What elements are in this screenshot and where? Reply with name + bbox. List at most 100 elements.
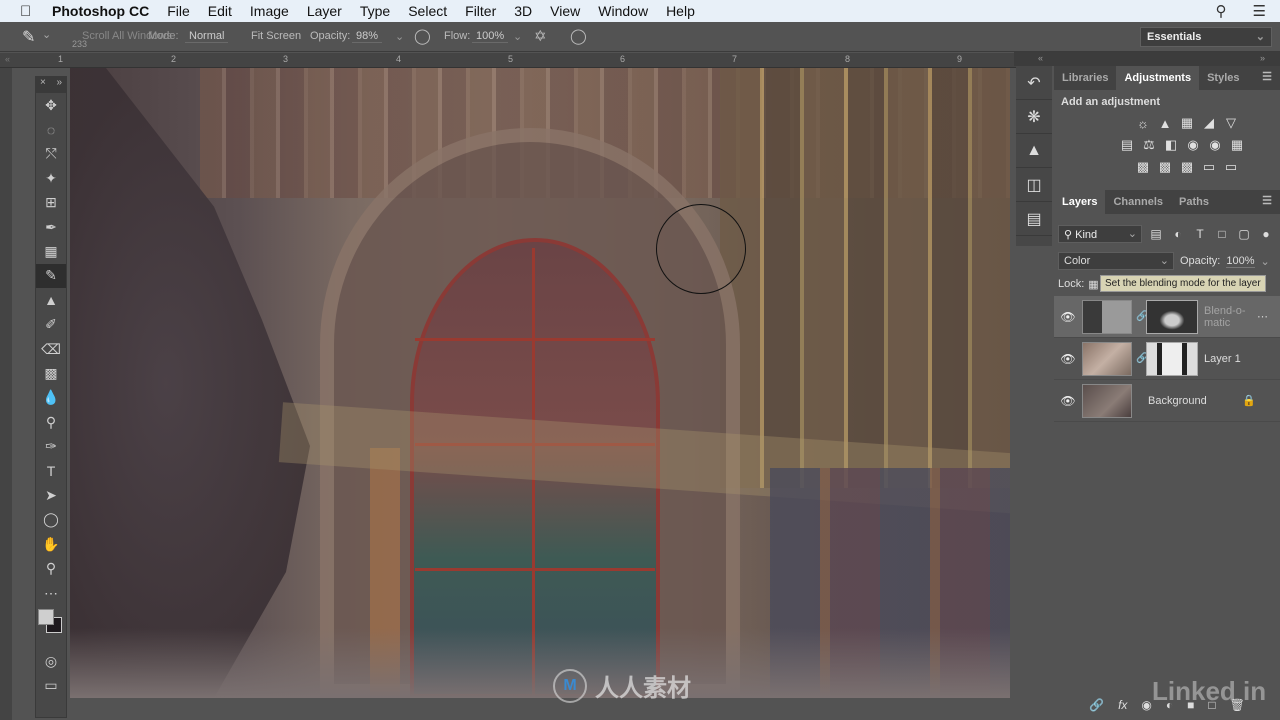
chevron-down-icon[interactable]: ⌄ — [1261, 255, 1270, 268]
eyedropper-tool-icon[interactable]: ✒ — [36, 215, 66, 239]
link-icon[interactable]: 🔗 — [1136, 353, 1148, 364]
curves-icon[interactable]: ▦ — [1179, 115, 1195, 131]
panel-menu-icon[interactable]: ☰ — [1254, 66, 1280, 90]
tab-layers[interactable]: Layers — [1054, 190, 1106, 214]
history-panel-icon[interactable]: ↶ — [1016, 66, 1052, 100]
color-lookup-icon[interactable]: ▦ — [1229, 137, 1245, 153]
lasso-tool-icon[interactable]: ⤲ — [36, 142, 66, 166]
black-white-icon[interactable]: ◧ — [1163, 137, 1179, 153]
apple-icon[interactable]:  — [20, 3, 38, 20]
layer-row[interactable]: 👁 Background 🔒 — [1054, 380, 1280, 422]
pen-tool-icon[interactable]: ✑ — [36, 434, 66, 458]
menu-filter[interactable]: Filter — [465, 3, 496, 19]
menu-edit[interactable]: Edit — [208, 3, 232, 19]
hand-tool-icon[interactable]: ✋ — [36, 532, 66, 556]
photo-filter-icon[interactable]: ◉ — [1185, 137, 1201, 153]
tab-libraries[interactable]: Libraries — [1054, 66, 1116, 90]
menu-image[interactable]: Image — [250, 3, 289, 19]
properties-panel-icon[interactable]: ▤ — [1016, 202, 1052, 236]
exposure-icon[interactable]: ◢ — [1201, 115, 1217, 131]
document-canvas[interactable] — [70, 68, 1010, 698]
tab-styles[interactable]: Styles — [1199, 66, 1247, 90]
layer-mask-thumbnail[interactable] — [1146, 299, 1198, 334]
more-tools-icon[interactable]: ⋯ — [36, 581, 66, 605]
opacity-field[interactable]: 98% — [352, 30, 383, 43]
layer-row[interactable]: 👁 🔗 Blend-o-matic ⋯ — [1054, 296, 1280, 338]
threshold-icon[interactable]: ▩ — [1179, 159, 1195, 175]
link-layers-icon[interactable]: 🔗 — [1089, 698, 1104, 712]
navigator-panel-icon[interactable]: ❋ — [1016, 100, 1052, 134]
tab-paths[interactable]: Paths — [1171, 190, 1217, 214]
gradient-tool-icon[interactable]: ▩ — [36, 361, 66, 385]
airbrush-icon[interactable]: ✡ — [534, 27, 547, 45]
layer-name[interactable]: Layer 1 — [1204, 353, 1280, 365]
layer-row[interactable]: 👁 🔗 Layer 1 — [1054, 338, 1280, 380]
lock-transparency-icon[interactable]: ▦ — [1088, 278, 1098, 291]
healing-brush-tool-icon[interactable]: ▦ — [36, 239, 66, 263]
menu-file[interactable]: File — [167, 3, 190, 19]
levels-icon[interactable]: ▲ — [1157, 115, 1173, 131]
layer-opacity-field[interactable]: 100% — [1226, 255, 1255, 268]
zoom-tool-icon[interactable]: ⚲ — [36, 556, 66, 580]
color-swatches[interactable] — [36, 605, 66, 649]
chevron-down-icon[interactable]: ⌄ — [395, 30, 404, 43]
quick-select-tool-icon[interactable]: ✦ — [36, 166, 66, 190]
expand-icon[interactable]: » — [1260, 53, 1265, 63]
type-tool-icon[interactable]: T — [36, 459, 66, 483]
smart-object-filter-icon[interactable]: ▢ — [1236, 227, 1252, 241]
flow-field[interactable]: 100% — [472, 30, 509, 43]
brightness-contrast-icon[interactable]: ☼ — [1135, 115, 1151, 131]
collapse-icon[interactable]: « — [1038, 53, 1043, 63]
crop-tool-icon[interactable]: ⊞ — [36, 191, 66, 215]
shape-filter-icon[interactable]: □ — [1214, 227, 1230, 241]
adjustment-filter-icon[interactable]: ◐ — [1170, 227, 1186, 241]
fx-icon[interactable]: fx — [1118, 698, 1127, 712]
pixel-filter-icon[interactable]: ▤ — [1148, 227, 1164, 241]
color-balance-icon[interactable]: ⚖ — [1141, 137, 1157, 153]
move-tool-icon[interactable]: ✥ — [36, 93, 66, 117]
foreground-color-swatch[interactable] — [38, 609, 54, 626]
menu-3d[interactable]: 3D — [514, 3, 532, 19]
hue-saturation-icon[interactable]: ▤ — [1119, 137, 1135, 153]
invert-icon[interactable]: ▩ — [1135, 159, 1151, 175]
collapse-icon[interactable]: « — [5, 54, 10, 64]
histogram-panel-icon[interactable]: ▲ — [1016, 134, 1052, 168]
app-name-menu[interactable]: Photoshop CC — [52, 3, 149, 19]
history-brush-tool-icon[interactable]: ✐ — [36, 313, 66, 337]
eraser-tool-icon[interactable]: ⌫ — [36, 337, 66, 361]
filter-toggle-icon[interactable]: ● — [1258, 227, 1274, 241]
selective-color-icon[interactable]: ▭ — [1201, 159, 1217, 175]
ellipse-tool-icon[interactable]: ◯ — [36, 508, 66, 532]
posterize-icon[interactable]: ▩ — [1157, 159, 1173, 175]
close-icon[interactable]: × — [40, 77, 46, 93]
dodge-tool-icon[interactable]: ⚲ — [36, 410, 66, 434]
visibility-eye-icon[interactable]: 👁 — [1054, 310, 1082, 324]
tools-panel-header[interactable]: ×» — [36, 77, 66, 93]
screen-mode-icon[interactable]: ▭ — [36, 674, 66, 698]
filter-kind-select[interactable]: ⚲ Kind ⌄ — [1058, 225, 1142, 243]
chevron-down-icon[interactable]: ⌄ — [42, 28, 51, 41]
menu-layer[interactable]: Layer — [307, 3, 342, 19]
fit-screen-button[interactable]: Fit Screen — [251, 30, 301, 42]
menu-type[interactable]: Type — [360, 3, 390, 19]
brush-preset-icon[interactable]: ✎ — [22, 27, 35, 47]
brush-presets-panel-icon[interactable]: ◫ — [1016, 168, 1052, 202]
marquee-tool-icon[interactable]: ◌ — [36, 117, 66, 141]
blend-mode-select[interactable]: Color ⌄ — [1058, 252, 1174, 270]
layer-name[interactable]: Background — [1148, 395, 1242, 407]
brush-tool-icon[interactable]: ✎ — [36, 263, 66, 289]
horizontal-ruler[interactable]: « 1 2 3 4 5 6 7 8 9 — [0, 53, 1050, 68]
layer-mask-thumbnail[interactable] — [1146, 341, 1198, 376]
pressure-size-icon[interactable]: ◯ — [570, 27, 587, 45]
add-mask-icon[interactable]: ◉ — [1141, 698, 1151, 712]
gradient-map-icon[interactable]: ▭ — [1223, 159, 1239, 175]
menu-window[interactable]: Window — [598, 3, 648, 19]
tab-channels[interactable]: Channels — [1105, 190, 1171, 214]
more-icon[interactable]: ⋯ — [1257, 310, 1268, 323]
blur-tool-icon[interactable]: 💧 — [36, 386, 66, 410]
type-filter-icon[interactable]: T — [1192, 227, 1208, 241]
clone-stamp-tool-icon[interactable]: ▲ — [36, 288, 66, 312]
link-icon[interactable]: 🔗 — [1136, 311, 1148, 322]
visibility-eye-icon[interactable]: 👁 — [1054, 394, 1082, 408]
mode-select[interactable]: Normal — [185, 30, 229, 43]
